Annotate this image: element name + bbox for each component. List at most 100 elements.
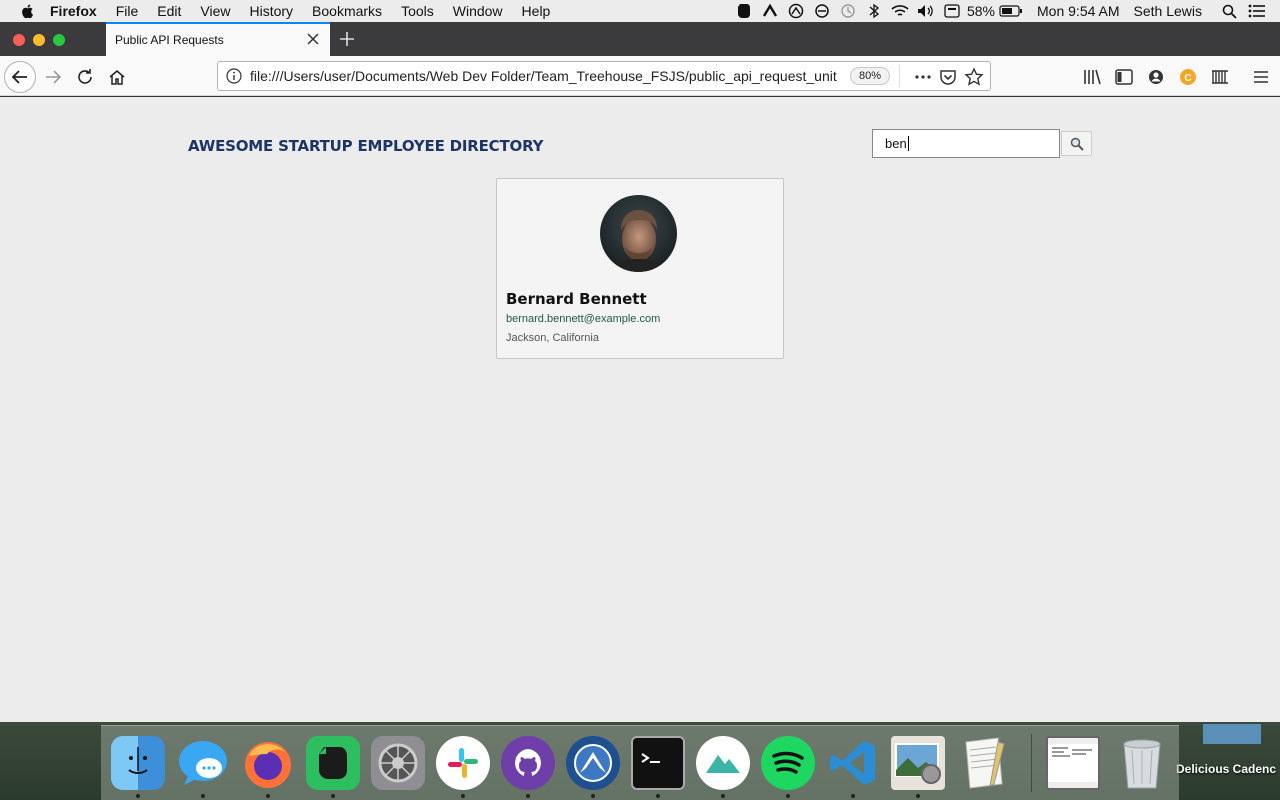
- messages-icon[interactable]: [176, 736, 230, 790]
- nordvpn-running-indicator: [591, 794, 595, 798]
- bluetooth-icon[interactable]: [865, 3, 883, 19]
- mountain-app-icon[interactable]: [696, 736, 750, 790]
- apple-menu-icon[interactable]: [20, 3, 36, 19]
- employee-avatar: [600, 195, 677, 272]
- menu-edit[interactable]: Edit: [157, 3, 181, 19]
- terminal-icon[interactable]: [631, 736, 685, 790]
- slack-icon[interactable]: [436, 736, 490, 790]
- notification-center-icon[interactable]: [1248, 3, 1266, 19]
- github-desktop-icon[interactable]: [501, 736, 555, 790]
- wifi-icon[interactable]: [891, 3, 909, 19]
- creative-cloud-status-icon[interactable]: [787, 3, 805, 19]
- evernote-icon[interactable]: [306, 736, 360, 790]
- terminal-running-indicator: [656, 794, 660, 798]
- dock: [101, 725, 1179, 800]
- time-machine-icon[interactable]: [839, 3, 857, 19]
- employee-email: bernard.bennett@example.com: [506, 313, 661, 325]
- battery-percentage[interactable]: 58%: [967, 3, 995, 19]
- forward-button[interactable]: [38, 62, 68, 92]
- nordvpn-status-icon[interactable]: [761, 3, 779, 19]
- textedit-icon[interactable]: [956, 736, 1010, 790]
- do-not-disturb-icon[interactable]: [813, 3, 831, 19]
- bookmark-star-icon[interactable]: [964, 67, 984, 87]
- back-button[interactable]: [4, 61, 36, 93]
- new-tab-icon[interactable]: [338, 30, 356, 48]
- hamburger-menu-icon[interactable]: [1251, 67, 1271, 87]
- page-title: AWESOME STARTUP EMPLOYEE DIRECTORY: [188, 137, 544, 155]
- url-bar-separator: [899, 65, 900, 87]
- spotify-running-indicator: [786, 794, 790, 798]
- library-icon[interactable]: [1082, 67, 1102, 87]
- firefox-running-indicator: [266, 794, 270, 798]
- keyboard-menu-icon[interactable]: [943, 3, 961, 19]
- dock-divider: [1031, 734, 1032, 792]
- window-minimize-button[interactable]: [33, 34, 45, 46]
- web-page-content: AWESOME STARTUP EMPLOYEE DIRECTORY ben B…: [0, 97, 1280, 722]
- tab-title: Public API Requests: [115, 33, 224, 47]
- vscode-running-indicator: [851, 794, 855, 798]
- menu-view[interactable]: View: [200, 3, 230, 19]
- employee-name: Bernard Bennett: [506, 290, 647, 308]
- search-submit-button[interactable]: [1061, 131, 1092, 156]
- vscode-icon[interactable]: [826, 736, 880, 790]
- extension-barcode-icon[interactable]: [1210, 67, 1230, 87]
- battery-icon[interactable]: [999, 3, 1023, 19]
- evernote-status-icon[interactable]: [735, 3, 753, 19]
- employee-card[interactable]: Bernard Bennett bernard.bennett@example.…: [496, 178, 784, 359]
- window-close-button[interactable]: [13, 34, 25, 46]
- search-input-value: ben: [885, 136, 907, 151]
- messages-running-indicator: [201, 794, 205, 798]
- pocket-icon[interactable]: [939, 68, 957, 86]
- text-cursor: [907, 136, 909, 151]
- menu-window[interactable]: Window: [453, 3, 503, 19]
- github-desktop-running-indicator: [526, 794, 530, 798]
- url-bar[interactable]: file:///Users/user/Documents/Web Dev Fol…: [217, 61, 991, 91]
- home-button[interactable]: [102, 62, 132, 92]
- svg-text:C: C: [1184, 73, 1191, 84]
- finder-icon[interactable]: [111, 736, 165, 790]
- home-icon: [109, 70, 125, 85]
- preview-running-indicator: [916, 794, 920, 798]
- evernote-running-indicator: [331, 794, 335, 798]
- employee-location: Jackson, California: [506, 332, 599, 344]
- window-zoom-button[interactable]: [53, 34, 65, 46]
- url-text[interactable]: file:///Users/user/Documents/Web Dev Fol…: [250, 68, 842, 84]
- extension-orange-icon[interactable]: C: [1178, 67, 1198, 87]
- menu-file[interactable]: File: [116, 3, 139, 19]
- zoom-indicator[interactable]: 80%: [850, 67, 891, 85]
- sidebar-toggle-icon[interactable]: [1114, 67, 1134, 87]
- menu-tools[interactable]: Tools: [401, 3, 434, 19]
- nordvpn-icon[interactable]: [566, 736, 620, 790]
- account-icon[interactable]: [1146, 67, 1166, 87]
- tab-close-icon[interactable]: [306, 32, 320, 46]
- menu-firefox[interactable]: Firefox: [50, 3, 97, 19]
- tab-public-api-requests[interactable]: Public API Requests: [106, 22, 330, 56]
- preview-icon[interactable]: [891, 736, 945, 790]
- search-input[interactable]: ben: [872, 129, 1060, 158]
- spotify-icon[interactable]: [761, 736, 815, 790]
- desktop-folder-icon[interactable]: [1203, 724, 1261, 744]
- volume-icon[interactable]: [917, 3, 935, 19]
- menubar-user[interactable]: Seth Lewis: [1134, 3, 1202, 19]
- forward-arrow-icon: [46, 70, 62, 84]
- finder-running-indicator: [136, 794, 140, 798]
- reload-button[interactable]: [70, 62, 100, 92]
- site-info-icon[interactable]: [226, 68, 242, 84]
- reload-icon: [78, 69, 92, 84]
- magnifier-icon: [1070, 137, 1084, 151]
- system-preferences-icon[interactable]: [371, 736, 425, 790]
- slack-running-indicator: [461, 794, 465, 798]
- minimized-window-thumbnail[interactable]: [1046, 736, 1100, 790]
- browser-nav-bar: file:///Users/user/Documents/Web Dev Fol…: [0, 56, 1280, 96]
- menu-bookmarks[interactable]: Bookmarks: [312, 3, 382, 19]
- desktop-item-label[interactable]: Delicious Cadenc: [1176, 762, 1276, 776]
- page-actions-icon[interactable]: [914, 68, 932, 86]
- menu-help[interactable]: Help: [522, 3, 551, 19]
- menubar-clock[interactable]: Mon 9:54 AM: [1037, 3, 1120, 19]
- firefox-icon[interactable]: [241, 736, 295, 790]
- menu-history[interactable]: History: [249, 3, 293, 19]
- macos-menu-bar: Firefox File Edit View History Bookmarks…: [0, 0, 1280, 22]
- mountain-app-running-indicator: [721, 794, 725, 798]
- spotlight-search-icon[interactable]: [1220, 3, 1238, 19]
- trash-icon[interactable]: [1115, 736, 1169, 790]
